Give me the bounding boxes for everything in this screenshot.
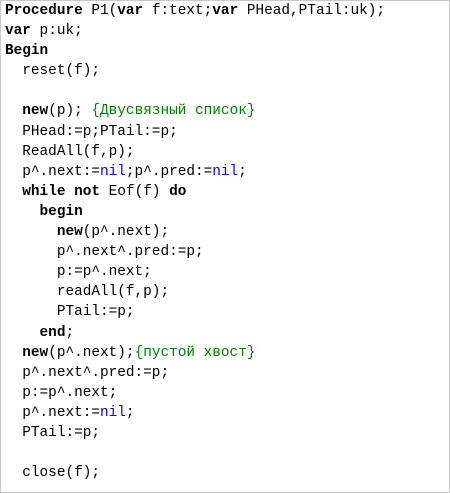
keyword-token: new (22, 103, 49, 120)
keyword-token: Procedure (5, 3, 83, 19)
keyword-token: not (74, 183, 101, 200)
code-token: PTail:=p; (5, 424, 100, 441)
code-token: close(f); (5, 465, 100, 482)
code-line: p^.next^.pred:=p; (5, 242, 385, 262)
nil-token: nil (212, 163, 239, 180)
code-token: p^.next^.pred:=p; (5, 364, 170, 381)
code-token: readAll(f,p); (5, 284, 170, 301)
keyword-token: do (169, 183, 187, 200)
code-token: p^.next:= (5, 404, 100, 421)
keyword-token: begin (39, 203, 83, 220)
code-line: p:=p^.next; (5, 262, 385, 282)
code-token: ; (65, 324, 75, 341)
code-token: ; (238, 163, 247, 180)
code-line: PTail:=p; (5, 423, 385, 443)
code-line: end; (5, 323, 385, 343)
code-token: p:uk; (30, 23, 83, 40)
nil-token: nil (100, 404, 126, 421)
code-token: f:text; (143, 3, 213, 19)
code-token: p:=p^.next; (5, 264, 152, 281)
code-token: PHead:=p;PTail:=p; (5, 123, 178, 140)
code-token: p^.next:= (5, 163, 100, 180)
code-token: (p^.next); (82, 224, 170, 241)
code-line: new(p^.next); (5, 222, 385, 242)
code-token: PHead,PTail:uk); (238, 3, 386, 19)
code-line: p^.next:=nil; (5, 403, 385, 423)
code-line: while not Eof(f) do (5, 182, 385, 202)
keyword-token: var (117, 3, 144, 19)
keyword-token: Begin (5, 43, 49, 60)
code-token: ; (125, 404, 135, 421)
keyword-token: var (212, 3, 239, 19)
code-line: new(p^.next);{пустой хвост} (5, 343, 385, 363)
code-line: PTail:=p; (5, 302, 385, 322)
code-token: (p^.next); (48, 344, 135, 361)
code-line: PHead:=p;PTail:=p; (5, 122, 385, 142)
nil-token: nil (100, 163, 126, 180)
keyword-token: end (39, 324, 66, 341)
comment-token: {Двусвязный список} (91, 103, 256, 120)
code-line: var p:uk; (5, 21, 385, 41)
code-line: p:=p^.next; (5, 383, 385, 403)
code-token: reset(f); (5, 63, 100, 80)
code-line: p^.next^.pred:=p; (5, 363, 385, 383)
keyword-token: new (56, 224, 83, 241)
code-token: PTail:=p; (5, 304, 135, 321)
code-line: close(f); (5, 463, 385, 483)
code-token: ReadAll(f,p); (5, 143, 135, 160)
comment-token: {пустой хвост} (134, 344, 256, 361)
code-token: P1( (82, 3, 118, 19)
code-token: Eof(f) (100, 183, 170, 200)
code-line: p^.next:=nil;p^.pred:=nil; (5, 162, 385, 182)
code-token: ;p^.pred:= (125, 163, 213, 180)
code-line: Begin (5, 41, 385, 61)
code-editor-frame: Procedure P1(var f:text;var PHead,PTail:… (0, 0, 450, 493)
code-line: reset(f); (5, 61, 385, 81)
code-token: p^.next^.pred:=p; (5, 244, 204, 261)
code-line: readAll(f,p); (5, 282, 385, 302)
keyword-token: new (22, 344, 49, 361)
code-listing: Procedure P1(var f:text;var PHead,PTail:… (5, 1, 385, 483)
code-line: new(p); {Двусвязный список} (5, 101, 385, 121)
code-line: Procedure P1(var f:text;var PHead,PTail:… (5, 1, 385, 21)
code-line: begin (5, 202, 385, 222)
code-line: ReadAll(f,p); (5, 142, 385, 162)
keyword-token: while (22, 183, 66, 200)
code-token: (p); (48, 103, 92, 120)
keyword-token: var (5, 23, 31, 40)
code-token: p:=p^.next; (5, 384, 118, 401)
